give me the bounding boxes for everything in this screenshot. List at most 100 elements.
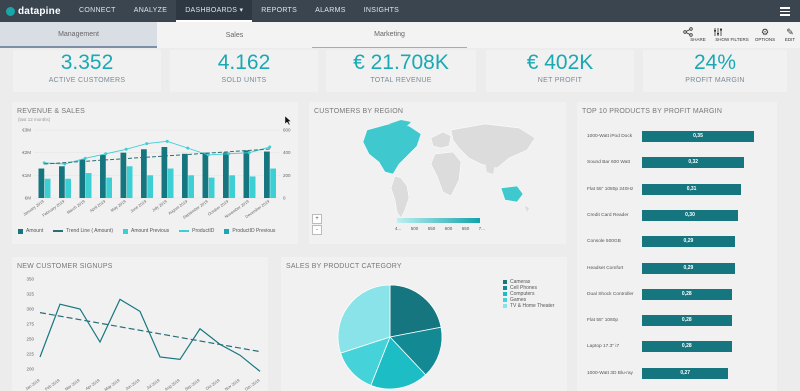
x-tick-label: March 2019 xyxy=(66,198,87,215)
x-tick-label: Apr 2019 xyxy=(84,377,101,391)
filter-icon xyxy=(714,28,722,36)
tab-management[interactable]: Management xyxy=(0,22,157,48)
map-zoom-in-button[interactable]: + xyxy=(312,214,322,224)
pie-legend-item[interactable]: TV & Home Theater xyxy=(503,303,554,309)
product-row[interactable]: Flat 55" 1080p 0,28 xyxy=(577,310,797,336)
point-productid xyxy=(165,139,169,143)
edit-label: EDIT xyxy=(784,37,796,42)
bar-amount xyxy=(161,147,168,198)
x-tick-label: July 2019 xyxy=(151,198,169,212)
signups-panel: NEW CUSTOMER SIGNUPS 350 325 300 275 250 225 2… xyxy=(12,257,268,391)
share-label: SHARE xyxy=(690,37,706,42)
x-tick-label: Jul 2019 xyxy=(145,377,161,390)
x-tick-label: May 2019 xyxy=(103,377,121,391)
x-tick-label: Jan 2019 xyxy=(24,377,41,391)
kpi-label: SOLD UNITS xyxy=(221,77,267,84)
x-tick-label: Aug 2019 xyxy=(164,377,182,391)
nav-connect[interactable]: CONNECT xyxy=(70,0,125,22)
bar-amount xyxy=(223,152,229,198)
legend-trend-line[interactable]: Trend Line ( Amount) xyxy=(53,228,113,234)
bar-amount xyxy=(243,150,250,198)
legend-productid-previous[interactable]: ProductID Previous xyxy=(224,228,275,234)
product-bar[interactable]: 0,27 xyxy=(642,367,729,379)
logo-icon xyxy=(6,6,15,16)
y2-tick-label: 400 xyxy=(283,150,291,155)
revenue-sales-panel: REVENUE & SALES (last 12 months) €3M €2M €… xyxy=(12,102,298,244)
top-navigation: datapine CONNECT ANALYZE DASHBOARDS ▾ RE… xyxy=(0,0,800,22)
nav-dashboards[interactable]: DASHBOARDS ▾ xyxy=(176,0,253,22)
product-row[interactable]: Console 500GB 0,29 xyxy=(577,231,797,257)
product-row[interactable]: 1000-Watt 3D Blu-ray 0,27 xyxy=(577,363,797,389)
legend-amount-previous[interactable]: Amount Previous xyxy=(123,228,169,234)
kpi-label: TOTAL REVENUE xyxy=(370,77,432,84)
kpi-active-customers: 3.352 ACTIVE CUSTOMERS xyxy=(13,50,161,92)
product-row[interactable]: 1000-Watt iPod Dock 0,35 xyxy=(577,126,797,152)
category-pie-chart[interactable] xyxy=(281,257,567,391)
gear-icon: ⚙ xyxy=(760,27,770,37)
x-tick-label: May 2019 xyxy=(110,198,128,213)
point-productid xyxy=(83,156,87,160)
options-button[interactable]: ⚙ OPTIONS xyxy=(750,27,780,42)
y-tick-label: 275 xyxy=(26,322,34,327)
product-bar[interactable]: 0,32 xyxy=(642,157,745,169)
legend-productid[interactable]: ProductID xyxy=(179,228,214,234)
line-signups xyxy=(39,298,261,372)
bar-amount xyxy=(59,166,65,198)
product-bar[interactable]: 0,28 xyxy=(642,315,732,327)
product-bar[interactable]: 0,28 xyxy=(642,288,732,300)
bar-amount-previous xyxy=(249,176,256,198)
tab-sales[interactable]: Sales xyxy=(157,22,312,48)
nav-reports[interactable]: REPORTS xyxy=(252,0,306,22)
bar-amount-previous xyxy=(270,168,276,198)
product-row[interactable]: Headset Comfort 0,29 xyxy=(577,258,797,284)
show-filters-button[interactable]: SHOW FILTERS xyxy=(713,27,751,42)
point-productid xyxy=(104,152,108,156)
x-tick-label: April 2019 xyxy=(89,198,107,213)
bar-amount-previous xyxy=(147,175,153,198)
tab-marketing[interactable]: Marketing xyxy=(312,22,467,48)
point-productid xyxy=(206,153,210,157)
legend-amount[interactable]: Amount xyxy=(18,228,43,234)
bar-amount-previous xyxy=(44,178,51,198)
kpi-total-revenue: € 21.708K TOTAL REVENUE xyxy=(326,50,476,92)
hamburger-menu-icon[interactable] xyxy=(780,7,790,16)
product-bar[interactable]: 0,35 xyxy=(642,131,754,142)
brand-logo[interactable]: datapine xyxy=(0,0,70,22)
product-bar[interactable]: 0,28 xyxy=(642,341,732,353)
product-bar[interactable]: 0,30 xyxy=(642,209,738,221)
product-row[interactable]: Credit Card Reader 0,30 xyxy=(577,205,797,231)
bar-amount xyxy=(120,152,127,198)
trend-line xyxy=(44,148,270,165)
product-row[interactable]: Dual Shock Controller 0,28 xyxy=(577,284,797,310)
nav-alarms[interactable]: ALARMS xyxy=(306,0,355,22)
y-tick-label: €1M xyxy=(22,173,31,178)
bar-amount-previous xyxy=(229,175,235,198)
product-bar[interactable]: 0,31 xyxy=(642,183,742,195)
signups-chart[interactable]: 350 325 300 275 250 225 200 Jan 2019 Feb 2019 Mar… xyxy=(12,257,268,391)
product-row[interactable]: Flat 55" 1080p 240Hz 0,31 xyxy=(577,179,797,205)
bar-amount xyxy=(141,149,147,198)
point-productid xyxy=(186,146,190,150)
share-button[interactable]: SHARE xyxy=(683,27,713,42)
y2-tick-label: 0 xyxy=(283,196,286,201)
y-tick-label: €2M xyxy=(22,150,31,155)
product-row[interactable]: Sound Bar 600 Watt 0,32 xyxy=(577,152,797,178)
bar-amount-previous xyxy=(188,175,194,198)
map-zoom-out-button[interactable]: - xyxy=(312,225,322,235)
kpi-sold-units: 4.162 SOLD UNITS xyxy=(170,50,318,92)
product-bar[interactable]: 0,29 xyxy=(642,236,735,248)
revenue-chart[interactable]: €3M€2M€1M€M6004002000January 2019Februar… xyxy=(12,102,298,226)
nav-analyze[interactable]: ANALYZE xyxy=(125,0,176,22)
x-tick-label: Feb 2019 xyxy=(44,377,61,391)
product-bar[interactable]: 0,29 xyxy=(642,262,735,274)
kpi-profit-margin: 24% PROFIT MARGIN xyxy=(643,50,787,92)
y-tick-label: 200 xyxy=(26,367,34,372)
product-row[interactable]: Laptop 17.3" i7 0,28 xyxy=(577,336,797,362)
y-tick-label: 325 xyxy=(26,292,34,297)
kpi-label: NET PROFIT xyxy=(537,77,583,84)
x-tick-label: Jun 2019 xyxy=(124,377,141,391)
point-productid xyxy=(268,145,272,149)
edit-button[interactable]: ✎ EDIT xyxy=(778,27,800,42)
point-productid xyxy=(247,151,251,155)
nav-insights[interactable]: INSIGHTS xyxy=(355,0,408,22)
